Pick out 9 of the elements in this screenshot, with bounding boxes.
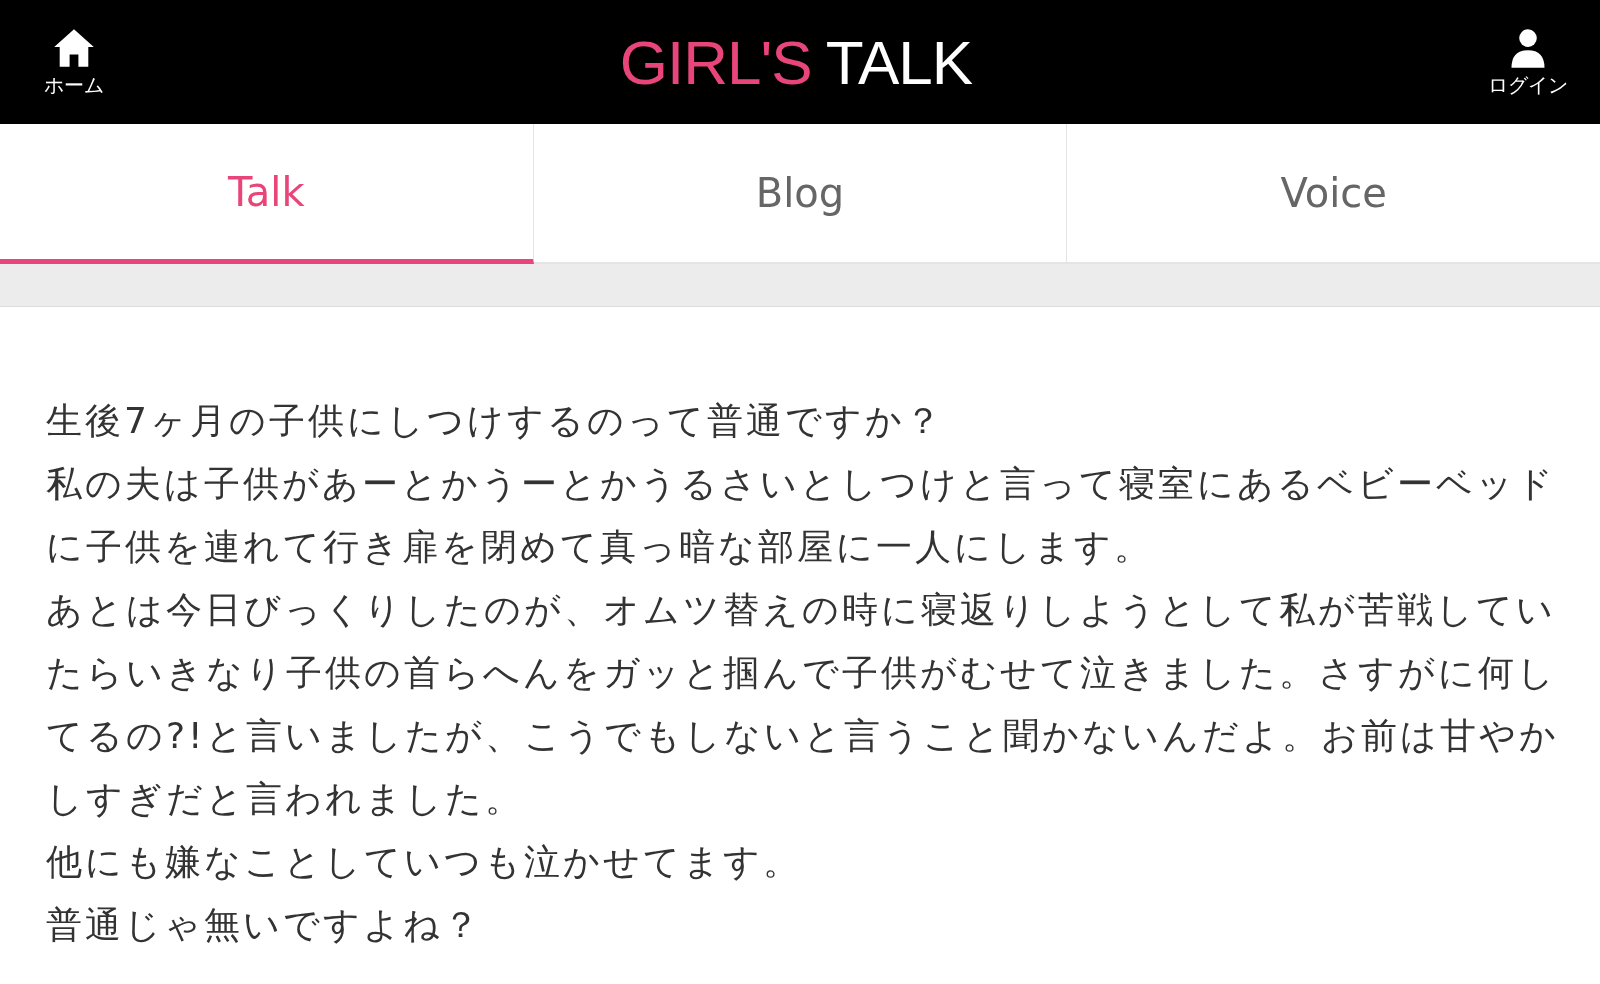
post-text: 生後7ヶ月の子供にしつけするのって普通ですか？ — [46, 399, 945, 443]
post-text: 他にも嫌なことしていつも泣かせてます。 — [46, 840, 803, 884]
logo-text: TALK — [825, 26, 973, 98]
post-text: 私の夫は子供があーとかうーとかうるさいとしつけと言って寝室にあるベビーベッドに子供を連れて行き扉を閉めて真っ暗な部屋に一人にします。 — [46, 462, 1557, 569]
logo-text: GIRL'S — [619, 26, 812, 98]
login-link[interactable]: ログイン — [1488, 25, 1568, 99]
post-text: あとは今日びっくりしたのが、オムツ替えの時に寝返りしようとして私が苦戦していたらいきなり子供の首らへんをガッと掴んで子供がむせて泣きました。さすがに何してるの?!と言いましたが、こうでもしないと言うこと聞かないんだよ。お前は甘やかしすぎだと言われました。 — [46, 588, 1560, 821]
post-text: 普通じゃ無いですよね？ — [46, 903, 483, 947]
home-link[interactable]: ホーム — [44, 25, 104, 99]
